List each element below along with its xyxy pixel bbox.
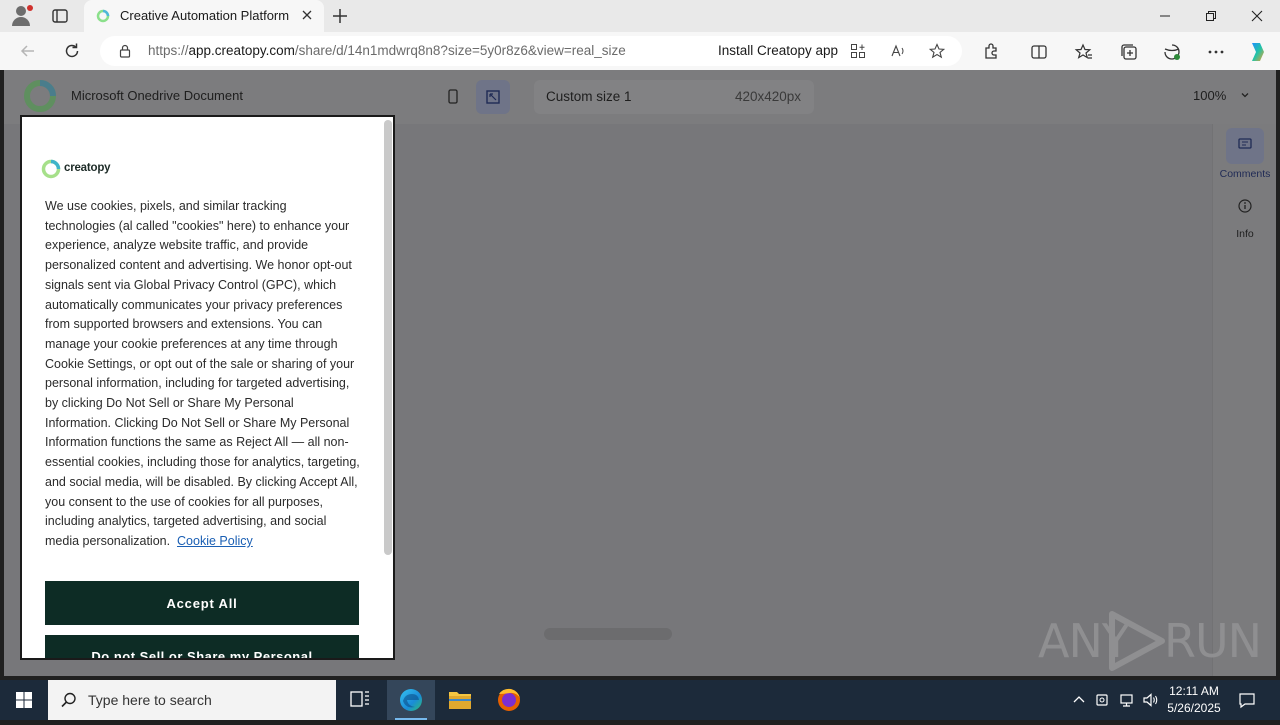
cookie-scrollbar[interactable] [384,120,392,555]
document-title: Microsoft Onedrive Document [71,88,243,103]
windows-taskbar: Type here to search 12:11 AM 5/26/2025 [0,680,1280,720]
size-dimensions: 420x420px [734,89,801,104]
network-icon[interactable] [1118,691,1136,709]
comment-icon [1238,138,1252,149]
url-text[interactable]: https://app.creatopy.com/share/d/14n1mdw… [148,43,626,58]
cookie-body: We use cookies, pixels, and similar trac… [45,197,360,552]
restore-icon [1206,11,1216,21]
minimize-button[interactable] [1142,0,1188,32]
creatopy-mark-icon [41,159,61,179]
creatopy-logo-icon[interactable] [20,76,60,116]
comments-button[interactable] [1226,128,1264,164]
chevron-down-icon[interactable] [1240,90,1250,100]
right-side-panel: Comments Info [1212,124,1276,676]
collections-icon[interactable] [1119,42,1139,62]
favorite-star-icon[interactable] [929,43,945,59]
creatopy-favicon-icon [96,9,110,23]
folder-icon [449,692,471,709]
taskbar-search-box[interactable]: Type here to search [48,680,336,720]
cookie-consent-dialog: creatopy We use cookies, pixels, and sim… [20,115,395,660]
browser-tab-bar: Creative Automation Platform [0,0,1280,32]
comments-label: Comments [1219,168,1271,180]
watermark-text-right: RUN [1164,614,1262,668]
lock-icon[interactable] [118,44,132,58]
browser-toolbar: https://app.creatopy.com/share/d/14n1mdw… [0,32,1280,70]
tab-actions-icon[interactable] [50,6,70,26]
back-arrow-icon[interactable] [18,41,38,61]
taskbar-file-explorer[interactable] [436,680,484,720]
phone-icon [448,89,458,104]
logo-wordmark: creatopy [64,162,111,174]
accept-all-button[interactable]: Accept All [45,581,359,625]
close-icon [1251,10,1263,22]
start-button[interactable] [0,680,48,720]
close-window-button[interactable] [1234,0,1280,32]
tab-title: Creative Automation Platform [120,8,290,23]
refresh-icon[interactable] [62,41,82,61]
install-app-link[interactable]: Install Creatopy app [718,43,838,58]
url-path: /share/d/14n1mdwrq8n8?size=5y0r8z6&view=… [294,43,626,58]
size-name: Custom size 1 [546,89,632,104]
play-logo-icon [1109,611,1165,671]
creatopy-logo: creatopy [40,158,120,180]
size-selector[interactable]: Custom size 1 420x420px [534,80,814,114]
taskbar-firefox[interactable] [485,680,533,720]
new-tab-plus-icon[interactable] [330,6,350,26]
zoom-level[interactable]: 100% [1193,88,1226,103]
copilot-icon[interactable] [1246,40,1270,64]
app-install-icon[interactable] [850,43,866,59]
task-view-button[interactable] [336,680,384,720]
extensions-icon[interactable] [981,42,1001,62]
more-options-icon[interactable] [1206,42,1226,62]
search-icon [61,692,76,708]
url-host: app.creatopy.com [188,43,295,58]
mobile-view-button[interactable] [436,80,470,114]
address-bar[interactable]: https://app.creatopy.com/share/d/14n1mdw… [100,36,962,66]
clock-date: 5/26/2025 [1167,701,1221,715]
url-scheme: https:// [148,43,189,58]
task-view-icon [350,691,369,707]
cookie-description: We use cookies, pixels, and similar trac… [45,199,360,548]
show-hidden-icons-icon[interactable] [1070,691,1088,709]
read-aloud-icon[interactable] [890,43,906,59]
windows-logo-icon [16,692,32,708]
firefox-icon [498,688,520,711]
browser-essentials-icon[interactable] [1162,42,1182,62]
do-not-sell-button[interactable]: Do not Sell or Share my Personal [45,635,359,658]
meet-now-icon[interactable] [1094,691,1112,709]
split-screen-icon[interactable] [1029,42,1049,62]
active-tab[interactable]: Creative Automation Platform [84,0,324,32]
real-size-view-button[interactable] [476,80,510,114]
notifications-icon[interactable] [1238,691,1256,709]
system-clock[interactable]: 12:11 AM 5/26/2025 [1158,683,1230,717]
info-label: Info [1236,228,1254,240]
info-button[interactable] [1226,188,1264,224]
edge-browser-icon [400,689,422,711]
real-size-icon [486,90,500,104]
profile-avatar-icon[interactable] [10,5,34,27]
close-tab-icon[interactable] [300,8,314,22]
favorites-icon[interactable] [1074,42,1094,62]
anyrun-watermark: ANY RUN [1038,608,1262,672]
search-placeholder: Type here to search [88,692,212,708]
clock-time: 12:11 AM [1169,684,1219,698]
horizontal-scrollbar[interactable] [544,628,672,640]
cookie-policy-link[interactable]: Cookie Policy [177,534,253,548]
restore-button[interactable] [1188,0,1234,32]
info-icon [1238,199,1252,213]
minimize-icon [1160,15,1170,17]
taskbar-edge[interactable] [387,680,435,720]
